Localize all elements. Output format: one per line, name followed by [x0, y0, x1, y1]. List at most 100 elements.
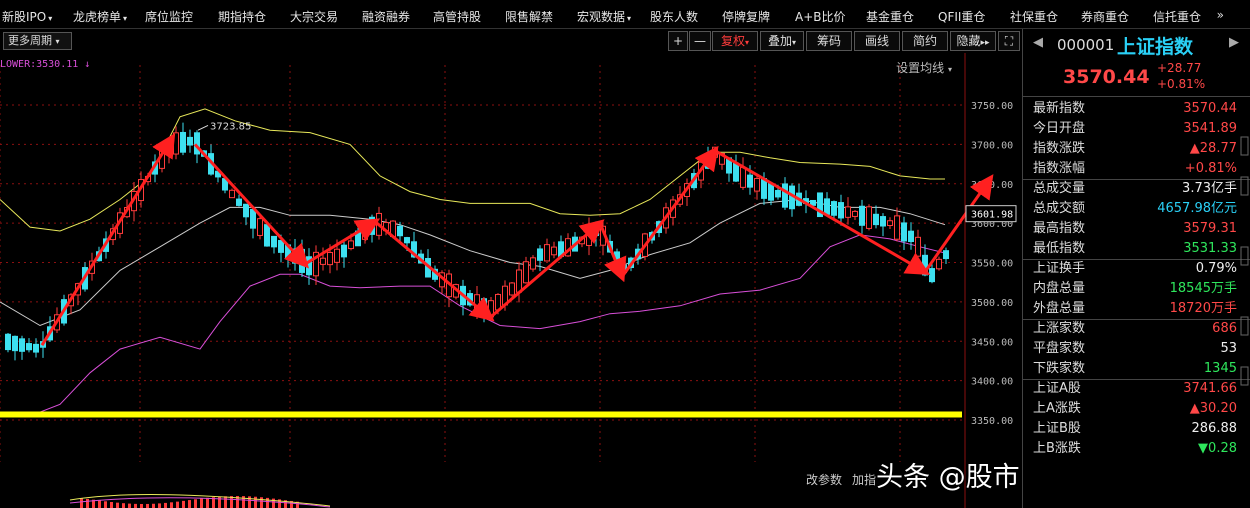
candle-body	[747, 174, 753, 188]
nav-item-6[interactable]: 高管持股	[433, 8, 481, 25]
quote-row-value: ▼0.28	[1198, 441, 1237, 456]
quote-row-label: 平盘家数	[1033, 341, 1086, 356]
quote-row-value: ▲28.77	[1189, 141, 1237, 156]
candle-body	[236, 198, 242, 206]
candle-body	[551, 246, 557, 256]
nav-item-15[interactable]: 券商重仓	[1081, 8, 1129, 25]
candle-body	[12, 335, 18, 352]
quote-row-label: 今日开盘	[1033, 121, 1086, 136]
nav-item-2[interactable]: 席位监控	[145, 8, 193, 25]
y-tick-label: 3550.00	[971, 259, 1013, 270]
nav-item-12[interactable]: 基金重仓	[866, 8, 914, 25]
zoom-in-button[interactable]: +	[668, 31, 688, 51]
y-tick-label: 3750.00	[971, 101, 1013, 112]
volume-bar	[188, 500, 191, 508]
quote-row: 上证A股 3741.66	[1023, 379, 1239, 399]
price-change-value: +28.77	[1157, 61, 1202, 75]
quote-row: 上证B股 286.88	[1023, 419, 1239, 439]
candle-body	[943, 250, 949, 260]
nav-item-10[interactable]: 停牌复牌	[722, 8, 770, 25]
nav-item-label: 宏观数据	[577, 10, 626, 24]
quote-row-value: ▲30.20	[1189, 401, 1237, 416]
zoom-out-button[interactable]: —	[689, 31, 711, 51]
quote-row-label: 总成交量	[1033, 181, 1086, 196]
nav-item-label: 限售解禁	[505, 10, 554, 24]
candle-body	[271, 235, 277, 248]
nav-more-button[interactable]: »	[1217, 8, 1224, 22]
volume-bar	[80, 498, 83, 508]
quote-row: 总成交量 3.73亿手	[1023, 179, 1239, 199]
next-stock-icon[interactable]: ▶	[1229, 35, 1239, 50]
candle-body	[194, 132, 200, 155]
nav-item-7[interactable]: 限售解禁	[505, 8, 553, 25]
volume-bar	[122, 503, 125, 508]
volume-bar	[254, 496, 257, 508]
side-scrollbar[interactable]	[1238, 97, 1250, 508]
ma-setting-button[interactable]: 设置均线 ▾	[896, 59, 952, 76]
volume-bar	[158, 503, 161, 508]
quote-row-label: 上证B股	[1033, 421, 1081, 436]
nav-item-0[interactable]: 新股IPO ▾	[2, 8, 52, 25]
nav-item-16[interactable]: 信托重仓	[1153, 8, 1201, 25]
candle-body	[530, 257, 536, 270]
prev-stock-icon[interactable]: ◀	[1033, 35, 1043, 50]
quote-row: 指数涨跌 ▲28.77	[1023, 139, 1239, 159]
overlay-dropdown[interactable]: 叠加▾	[760, 31, 804, 51]
y-tick-label: 3700.00	[971, 140, 1013, 151]
price-change: +28.77 +0.81%	[1157, 60, 1205, 92]
quote-row-value: 3579.31	[1183, 221, 1237, 236]
quote-row: 上证换手 0.79%	[1023, 259, 1239, 279]
candle-body	[348, 240, 354, 250]
candle-body	[593, 230, 599, 236]
hide-button[interactable]: 隐藏▸▸	[950, 31, 996, 51]
candle-body	[5, 333, 11, 351]
nav-item-11[interactable]: A+B比价	[795, 8, 846, 25]
stock-name: 上证指数	[1117, 36, 1194, 58]
chips-button[interactable]: 筹码	[806, 31, 852, 51]
peak-label: 3723.85	[210, 121, 251, 132]
nav-item-8[interactable]: 宏观数据 ▾	[577, 8, 631, 25]
chevron-down-icon: ▾	[627, 14, 632, 23]
kline-chart-area[interactable]: 3750.00 3700.00 3650.00 3600.00 3550.00 3500.…	[0, 53, 1022, 508]
hide-label: 隐藏	[956, 34, 981, 48]
candle-body	[187, 136, 193, 146]
price-change-pct: +0.81%	[1157, 77, 1206, 91]
nav-item-3[interactable]: 期指持仓	[218, 8, 266, 25]
nav-item-label: 期指持仓	[218, 10, 267, 24]
quote-row-label: 上涨家数	[1033, 321, 1086, 336]
candle-body	[537, 248, 543, 261]
kline-chart[interactable]: 3750.003700.003650.003600.003550.003500.…	[0, 53, 1022, 508]
volume-bar	[224, 496, 227, 508]
fullscreen-icon[interactable]: ⛶	[998, 31, 1020, 51]
volume-bar	[140, 503, 143, 508]
period-dropdown[interactable]: 更多周期 ▾	[3, 32, 72, 50]
nav-item-4[interactable]: 大宗交易	[290, 8, 338, 25]
nav-item-14[interactable]: 社保重仓	[1010, 8, 1058, 25]
candle-body	[838, 202, 844, 219]
nav-item-5[interactable]: 融资融券	[362, 8, 410, 25]
candle-body	[509, 282, 515, 296]
nav-item-label: 高管持股	[433, 10, 482, 24]
sub-chart-label-0[interactable]: 改参数	[806, 473, 842, 487]
nav-item-9[interactable]: 股东人数	[650, 8, 698, 25]
quote-row: 上B涨跌 ▼0.28	[1023, 439, 1239, 459]
quote-row-value: 3541.89	[1183, 121, 1237, 136]
quote-row: 最高指数 3579.31	[1023, 219, 1239, 239]
candle-body	[908, 230, 914, 243]
quote-row: 平盘家数 53	[1023, 339, 1239, 359]
restore-dropdown[interactable]: 复权▾	[712, 31, 758, 51]
simple-mode-button[interactable]: 简约	[902, 31, 948, 51]
quote-row-label: 外盘总量	[1033, 301, 1086, 316]
candle-body	[320, 257, 326, 265]
quote-row: 上A涨跌 ▲30.20	[1023, 399, 1239, 419]
draw-line-button[interactable]: 画线	[854, 31, 900, 51]
chevron-down-icon: ▾	[792, 38, 797, 47]
nav-item-1[interactable]: 龙虎榜单 ▾	[73, 8, 127, 25]
nav-item-label: 社保重仓	[1010, 10, 1059, 24]
quote-row-label: 上B涨跌	[1033, 441, 1081, 456]
volume-bar	[134, 503, 137, 508]
nav-item-13[interactable]: QFII重仓	[938, 8, 985, 25]
sub-chart-label-1[interactable]: 加指	[852, 473, 876, 487]
ma-setting-label: 设置均线	[896, 61, 945, 75]
quote-row-label: 上证换手	[1033, 261, 1086, 276]
